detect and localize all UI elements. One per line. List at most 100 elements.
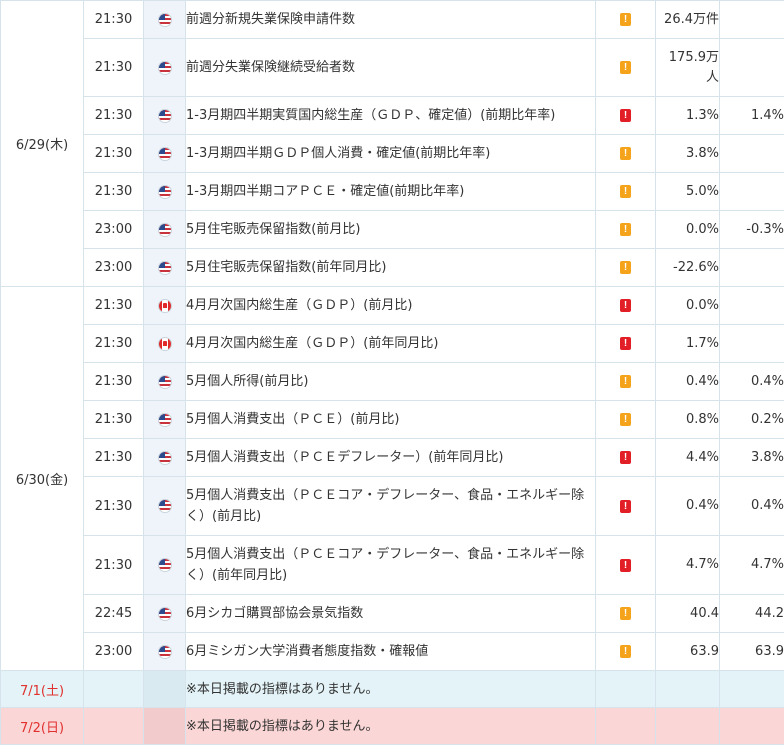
country-cell — [143, 362, 186, 401]
event-name: 5月住宅販売保留指数(前年同月比) — [185, 248, 596, 287]
event-name: 4月月次国内総生産（ＧＤＰ）(前月比) — [185, 286, 596, 325]
us-flag-icon — [158, 451, 171, 464]
forecast-value: 3.8% — [719, 438, 784, 477]
event-name: 1-3月期四半期コアＰＣＥ・確定値(前期比年率) — [185, 172, 596, 211]
importance-cell: ! — [595, 210, 656, 249]
event-name: 5月個人消費支出（ＰＣＥデフレーター）(前年同月比) — [185, 438, 596, 477]
event-row: 23:00 6月ミシガン大学消費者態度指数・確報値! 63.9 63.9 — [1, 632, 784, 671]
no-events-row: 7/1(土) ※本日掲載の指標はありません。 — [0, 670, 784, 708]
country-cell — [143, 286, 186, 325]
medium-importance-icon: ! — [620, 147, 631, 160]
empty-cell — [655, 707, 720, 745]
forecast-value — [719, 38, 784, 97]
empty-cell — [595, 670, 656, 708]
event-time: 21:30 — [83, 535, 144, 595]
event-name: 前週分新規失業保険申請件数 — [185, 0, 596, 39]
previous-value: 40.4 — [655, 594, 720, 633]
event-time: 21:30 — [83, 172, 144, 211]
medium-importance-icon: ! — [620, 645, 631, 658]
event-name: 1-3月期四半期実質国内総生産（ＧＤＰ、確定値）(前期比年率) — [185, 96, 596, 135]
event-time: 21:30 — [83, 476, 144, 536]
event-name: 5月個人消費支出（ＰＣＥ）(前月比) — [185, 400, 596, 439]
high-importance-icon: ! — [620, 558, 631, 572]
forecast-value — [719, 286, 784, 325]
empty-cell — [655, 670, 720, 708]
medium-importance-icon: ! — [620, 607, 631, 620]
importance-cell: ! — [595, 324, 656, 363]
previous-value: 0.8% — [655, 400, 720, 439]
importance-cell: ! — [595, 286, 656, 325]
importance-cell: ! — [595, 362, 656, 401]
medium-importance-icon: ! — [620, 261, 631, 274]
event-row: 21:30 4月月次国内総生産（ＧＤＰ）(前年同月比)! 1.7% — [1, 324, 784, 363]
previous-value: 1.7% — [655, 324, 720, 363]
us-flag-icon — [158, 13, 171, 26]
event-row: 21:30 5月個人消費支出（ＰＣＥコア・デフレーター、食品・エネルギー除く）(前… — [1, 476, 784, 536]
calendar-body: 6/29(木) 21:30 前週分新規失業保険申請件数! 26.4万件 21:30 前週分… — [0, 0, 784, 745]
high-importance-icon: ! — [620, 499, 631, 513]
event-row: 6/30(金) 21:30 4月月次国内総生産（ＧＤＰ）(前月比)! 0.0% — [0, 286, 784, 671]
forecast-value: 0.2% — [719, 400, 784, 439]
us-flag-icon — [158, 223, 171, 236]
event-row: 21:30 5月個人消費支出（ＰＣＥ）(前月比)! 0.8% 0.2% — [1, 400, 784, 439]
forecast-value — [719, 0, 784, 39]
previous-value: 0.4% — [655, 476, 720, 536]
event-name: 4月月次国内総生産（ＧＤＰ）(前年同月比) — [185, 324, 596, 363]
event-time: 23:00 — [83, 210, 144, 249]
previous-value: 3.8% — [655, 134, 720, 173]
event-name: 5月個人消費支出（ＰＣＥコア・デフレーター、食品・エネルギー除く）(前年同月比) — [185, 535, 596, 595]
date-cell: 7/2(日) — [0, 707, 84, 745]
empty-cell — [595, 707, 656, 745]
previous-value: 4.7% — [655, 535, 720, 595]
event-row: 21:30 1-3月期四半期実質国内総生産（ＧＤＰ、確定値）(前期比年率)! 1.3… — [1, 96, 784, 135]
importance-cell: ! — [595, 535, 656, 595]
country-cell — [143, 324, 186, 363]
event-time: 21:30 — [83, 286, 144, 325]
no-events-row: 7/2(日) ※本日掲載の指標はありません。 — [0, 707, 784, 745]
importance-cell: ! — [595, 0, 656, 39]
forecast-value: 63.9 — [719, 632, 784, 671]
previous-value: 5.0% — [655, 172, 720, 211]
event-name: 1-3月期四半期ＧＤＰ個人消費・確定値(前期比年率) — [185, 134, 596, 173]
forecast-value: 0.4% — [719, 476, 784, 536]
us-flag-icon — [158, 61, 171, 74]
country-cell — [143, 0, 186, 39]
country-cell — [143, 210, 186, 249]
country-cell — [143, 248, 186, 287]
forecast-value: 1.4% — [719, 96, 784, 135]
importance-cell: ! — [595, 400, 656, 439]
us-flag-icon — [158, 645, 171, 658]
medium-importance-icon: ! — [620, 413, 631, 426]
event-row: 21:30 5月個人所得(前月比)! 0.4% 0.4% — [1, 362, 784, 401]
importance-cell: ! — [595, 438, 656, 477]
no-events-note: ※本日掲載の指標はありません。 — [185, 707, 596, 745]
forecast-value — [719, 324, 784, 363]
forecast-value — [719, 172, 784, 211]
importance-cell: ! — [595, 172, 656, 211]
medium-importance-icon: ! — [620, 185, 631, 198]
empty-cell — [719, 670, 784, 708]
event-time: 21:30 — [83, 324, 144, 363]
previous-value: 4.4% — [655, 438, 720, 477]
importance-cell: ! — [595, 96, 656, 135]
country-cell — [143, 38, 186, 97]
event-time: 21:30 — [83, 438, 144, 477]
medium-importance-icon: ! — [620, 375, 631, 388]
us-flag-icon — [158, 500, 171, 512]
us-flag-icon — [158, 375, 171, 388]
previous-value: 63.9 — [655, 632, 720, 671]
forecast-value — [719, 248, 784, 287]
medium-importance-icon: ! — [620, 61, 631, 74]
forecast-value: -0.3% — [719, 210, 784, 249]
event-time: 21:30 — [83, 362, 144, 401]
importance-cell: ! — [595, 38, 656, 97]
previous-value: 175.9万人 — [655, 38, 720, 97]
date-cell: 6/29(木) — [0, 0, 84, 287]
medium-importance-icon: ! — [620, 13, 631, 26]
previous-value: 0.4% — [655, 362, 720, 401]
country-cell — [143, 632, 186, 671]
event-time: 21:30 — [83, 96, 144, 135]
high-importance-icon: ! — [620, 451, 631, 464]
previous-value: 0.0% — [655, 210, 720, 249]
event-time: 23:00 — [83, 632, 144, 671]
